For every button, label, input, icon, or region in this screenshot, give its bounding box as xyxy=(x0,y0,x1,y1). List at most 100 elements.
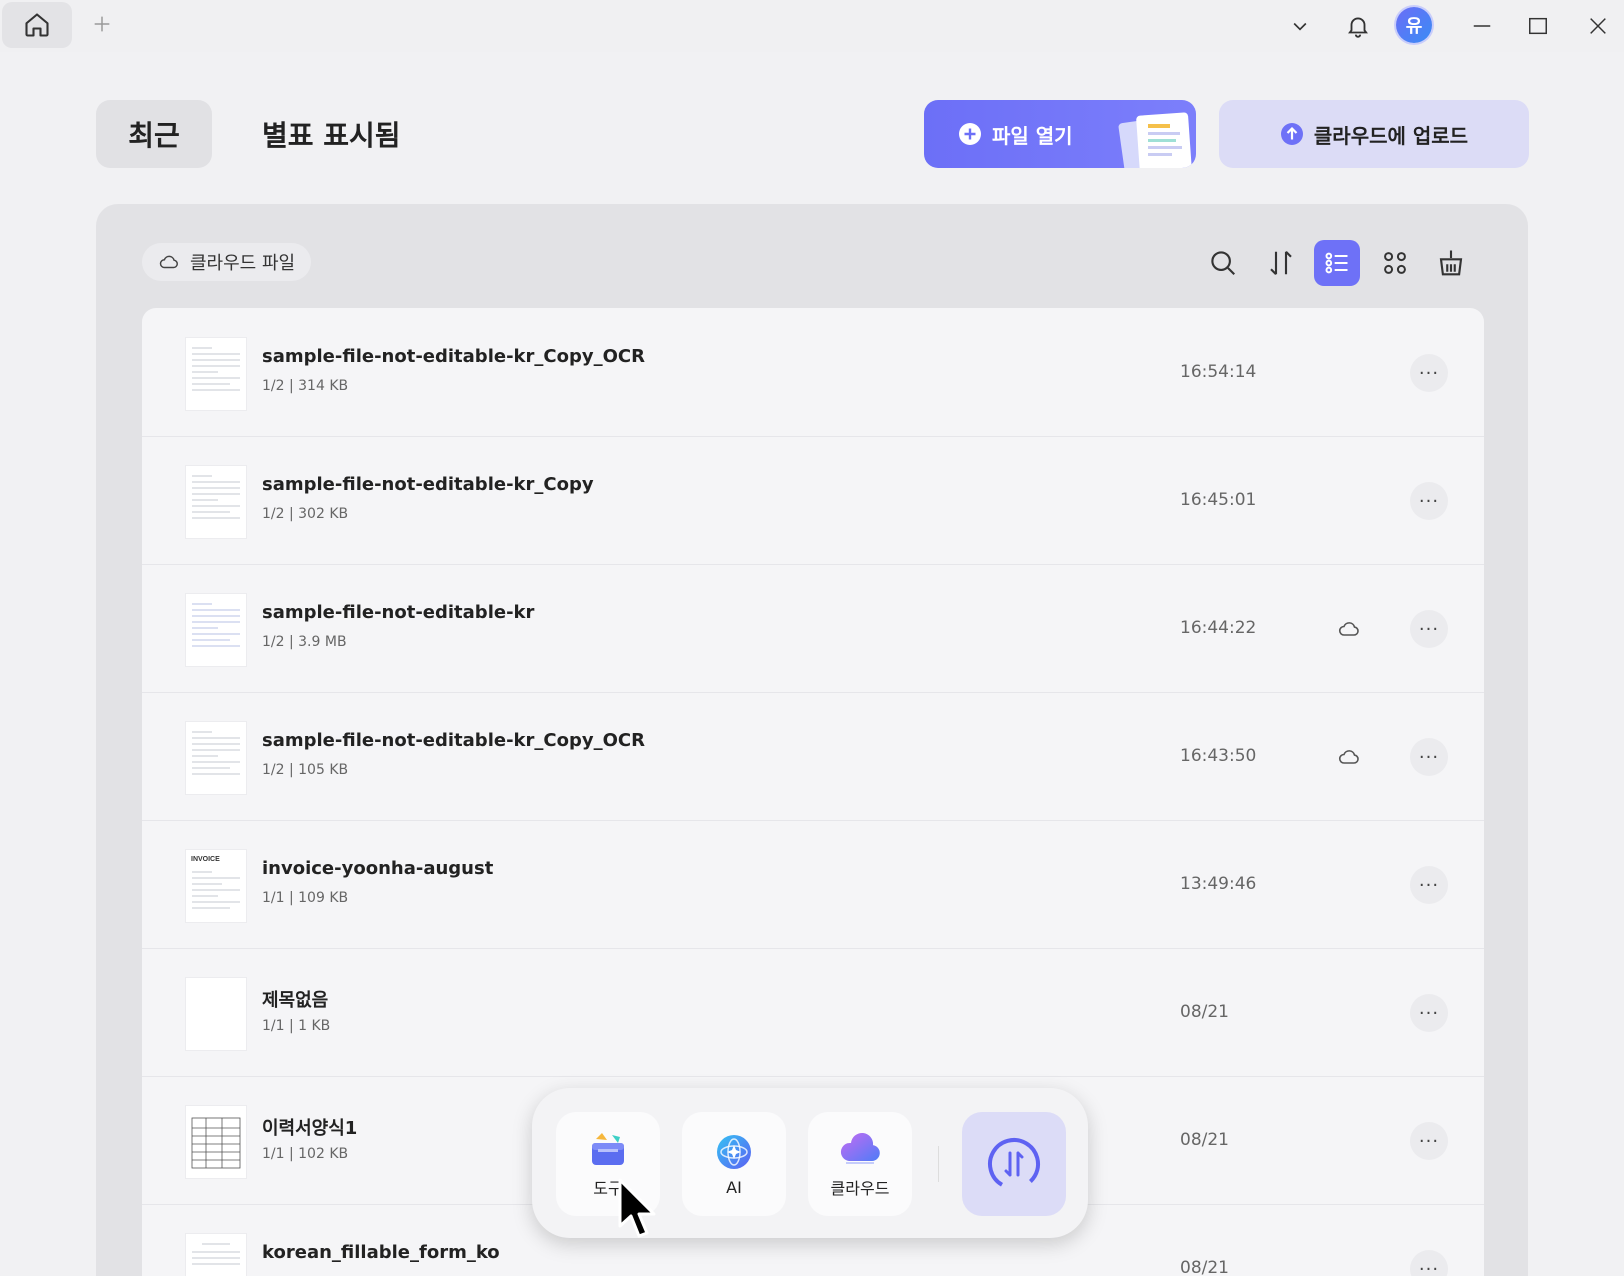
sort-button[interactable] xyxy=(1258,240,1304,286)
more-options-button[interactable]: ··· xyxy=(1410,482,1448,520)
maximize-button[interactable] xyxy=(1520,8,1556,44)
table-row[interactable]: sample-file-not-editable-kr_Copy_OCR 1/2… xyxy=(142,308,1484,437)
file-meta: 1/2 | 105 KB xyxy=(262,762,349,778)
grid-view-icon xyxy=(1384,252,1406,274)
tab-recent[interactable]: 최근 xyxy=(96,100,212,168)
file-name: sample-file-not-editable-kr xyxy=(262,602,535,623)
avatar-initial: 유 xyxy=(1405,16,1423,37)
more-icon: ··· xyxy=(1418,618,1440,640)
file-thumbnail xyxy=(186,1234,246,1276)
more-options-button[interactable]: ··· xyxy=(1410,354,1448,392)
dock-ai-label: AI xyxy=(726,1177,742,1197)
more-options-button[interactable]: ··· xyxy=(1410,1122,1448,1160)
file-thumbnail xyxy=(186,466,246,538)
minimize-button[interactable] xyxy=(1464,8,1500,44)
file-name: invoice-yoonha-august xyxy=(262,858,494,879)
table-row[interactable]: 제목없음 1/1 | 1 KB 08/21 ··· xyxy=(142,948,1484,1077)
file-meta: 1/1 | 102 KB xyxy=(262,1146,349,1162)
more-icon: ··· xyxy=(1418,746,1440,768)
close-button[interactable] xyxy=(1580,8,1616,44)
basket-icon xyxy=(1439,250,1463,276)
file-time: 16:43:50 xyxy=(1180,746,1257,766)
file-thumbnail xyxy=(186,1106,246,1178)
open-file-button[interactable]: 파일 열기 xyxy=(924,100,1196,168)
home-icon xyxy=(25,13,49,37)
table-row[interactable]: INVOICE invoice-yoonha-august 1/1 | 109 … xyxy=(142,820,1484,949)
invoice-thumbnail-label: INVOICE xyxy=(191,856,220,863)
upload-icon xyxy=(1280,123,1303,145)
cloud-color-icon xyxy=(840,1133,880,1164)
more-options-button[interactable]: ··· xyxy=(1410,866,1448,904)
bell-icon xyxy=(1348,17,1368,38)
upload-cloud-label: 클라우드에 업로드 xyxy=(1313,123,1469,148)
grid-view-button[interactable] xyxy=(1372,240,1418,286)
table-row[interactable]: sample-file-not-editable-kr 1/2 | 3.9 MB… xyxy=(142,564,1484,693)
file-thumbnail: INVOICE xyxy=(186,850,246,922)
more-options-button[interactable]: ··· xyxy=(1410,738,1448,776)
more-options-button[interactable]: ··· xyxy=(1410,994,1448,1032)
more-options-button[interactable]: ··· xyxy=(1410,1250,1448,1276)
upload-cloud-button[interactable]: 클라우드에 업로드 xyxy=(1219,100,1529,168)
tab-recent-label: 최근 xyxy=(128,119,180,152)
file-time: 16:54:14 xyxy=(1180,362,1257,382)
cloud-files-label: 클라우드 파일 xyxy=(190,253,296,274)
more-icon: ··· xyxy=(1418,874,1440,896)
file-meta: 1/1 | 1 KB xyxy=(262,1018,331,1034)
tabs-dropdown-button[interactable] xyxy=(1282,8,1318,44)
clear-button[interactable] xyxy=(1428,240,1474,286)
new-tab-button[interactable] xyxy=(88,10,116,38)
file-name: 이력서양식1 xyxy=(262,1118,358,1139)
file-time: 08/21 xyxy=(1180,1002,1229,1022)
file-name: sample-file-not-editable-kr_Copy_OCR xyxy=(262,346,645,367)
convert-sort-icon xyxy=(988,1138,1040,1190)
cloud-icon xyxy=(159,255,178,269)
maximize-icon xyxy=(1529,17,1547,35)
cloud-synced-icon xyxy=(1336,744,1362,770)
search-icon xyxy=(1211,251,1236,276)
file-thumbnail xyxy=(186,978,246,1050)
toolbox-icon xyxy=(592,1133,624,1165)
dock-cloud-button[interactable]: 클라우드 xyxy=(808,1112,912,1216)
chevron-down-icon xyxy=(1293,22,1307,31)
file-time: 16:44:22 xyxy=(1180,618,1257,638)
open-file-label: 파일 열기 xyxy=(992,123,1073,148)
mouse-cursor-icon xyxy=(618,1178,656,1238)
dock-divider xyxy=(938,1146,939,1182)
close-icon xyxy=(1590,18,1606,34)
more-icon: ··· xyxy=(1418,1258,1440,1276)
ai-icon xyxy=(717,1134,751,1169)
plus-circle-icon xyxy=(959,123,981,145)
document-stack-icon xyxy=(1118,112,1192,168)
dock-ai-button[interactable]: AI xyxy=(682,1112,786,1216)
home-tab[interactable] xyxy=(2,2,72,48)
cloud-files-filter[interactable]: 클라우드 파일 xyxy=(142,243,312,281)
file-meta: 1/1 | 109 KB xyxy=(262,890,349,906)
file-name: korean_fillable_form_ko xyxy=(262,1242,500,1263)
tab-starred[interactable]: 별표 표시됨 xyxy=(262,100,401,168)
file-time: 16:45:01 xyxy=(1180,490,1257,510)
search-button[interactable] xyxy=(1200,240,1246,286)
notifications-button[interactable] xyxy=(1340,8,1376,44)
list-view-button[interactable] xyxy=(1314,240,1360,286)
file-time: 08/21 xyxy=(1180,1258,1229,1276)
file-thumbnail xyxy=(186,722,246,794)
minimize-icon xyxy=(1473,25,1491,27)
dock-convert-button[interactable] xyxy=(962,1112,1066,1216)
file-name: sample-file-not-editable-kr_Copy xyxy=(262,474,594,495)
avatar[interactable]: 유 xyxy=(1396,7,1432,43)
file-name: 제목없음 xyxy=(262,990,329,1011)
more-icon: ··· xyxy=(1418,490,1440,512)
more-icon: ··· xyxy=(1418,362,1440,384)
table-row[interactable]: sample-file-not-editable-kr_Copy 1/2 | 3… xyxy=(142,436,1484,565)
file-thumbnail xyxy=(186,594,246,666)
file-name: sample-file-not-editable-kr_Copy_OCR xyxy=(262,730,645,751)
dock-cloud-label: 클라우드 xyxy=(830,1179,890,1198)
table-row[interactable]: sample-file-not-editable-kr_Copy_OCR 1/2… xyxy=(142,692,1484,821)
sort-icon xyxy=(1270,250,1292,276)
title-bar: 유 xyxy=(0,0,1624,52)
file-meta: 1/2 | 3.9 MB xyxy=(262,634,347,650)
tab-starred-label: 별표 표시됨 xyxy=(262,119,401,152)
file-meta: 1/2 | 314 KB xyxy=(262,378,349,394)
more-icon: ··· xyxy=(1418,1130,1440,1152)
more-options-button[interactable]: ··· xyxy=(1410,610,1448,648)
